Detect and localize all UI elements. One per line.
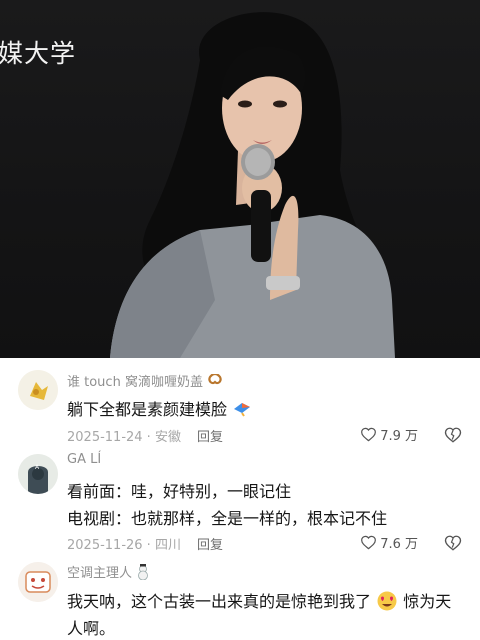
username[interactable]: 谁 touch 窝滴咖喱奶盖 xyxy=(67,371,223,392)
kite-emoji-icon xyxy=(232,401,254,421)
snowman-emoji-icon xyxy=(136,563,150,584)
comment-text: 看前面：哇，好特别，一眼记住 xyxy=(67,482,292,501)
comment-text: 躺下全都是素颜建模脸 xyxy=(67,396,254,421)
date-location: 2025-11-26 · 四川 xyxy=(67,538,181,553)
dislike-icon[interactable] xyxy=(444,534,462,552)
like-count: 7.6 万 xyxy=(380,537,418,552)
video-frame[interactable]: 媒大学 xyxy=(0,0,480,358)
username[interactable]: GA LÍ xyxy=(67,452,101,467)
comment-meta: 2025-11-24 · 安徽 回复 xyxy=(67,426,223,445)
reply-button[interactable]: 回复 xyxy=(197,538,223,553)
person-illustration xyxy=(110,12,395,358)
comment-meta: 2025-11-26 · 四川 回复 xyxy=(67,534,223,553)
comment-item: A GA LÍ 看前面：哇，好特别，一眼记住 电视剧：也就那样，全是一样的，根本… xyxy=(0,450,480,558)
avatar[interactable] xyxy=(18,562,58,602)
comment-text: 我天呐，这个古装一出来真的是惊艳到我了 惊为天 xyxy=(67,588,451,615)
comment-item: 空调主理人 我天呐，这个古装一出来真的是惊艳到我了 惊为天 人啊。 xyxy=(0,558,480,640)
like-button[interactable]: 7.9 万 xyxy=(360,425,418,444)
pretzel-emoji-icon xyxy=(207,372,223,392)
like-count: 7.9 万 xyxy=(380,429,418,444)
avatar[interactable]: A xyxy=(18,454,58,494)
avatar[interactable] xyxy=(18,370,58,410)
comment-text: 电视剧：也就那样，全是一样的，根本记不住 xyxy=(67,509,388,528)
dislike-icon[interactable] xyxy=(444,426,462,444)
heart-icon xyxy=(361,427,377,442)
heart-eyes-emoji-icon xyxy=(376,591,398,615)
comment-text: 人啊。 xyxy=(67,619,116,638)
username[interactable]: 空调主理人 xyxy=(67,562,150,584)
like-button[interactable]: 7.6 万 xyxy=(360,533,418,552)
reply-button[interactable]: 回复 xyxy=(197,430,223,445)
heart-icon xyxy=(361,535,377,550)
comment-item: 谁 touch 窝滴咖喱奶盖 躺下全都是素颜建模脸 2025-11-24 · 安… xyxy=(0,358,480,450)
date-location: 2025-11-24 · 安徽 xyxy=(67,430,181,445)
